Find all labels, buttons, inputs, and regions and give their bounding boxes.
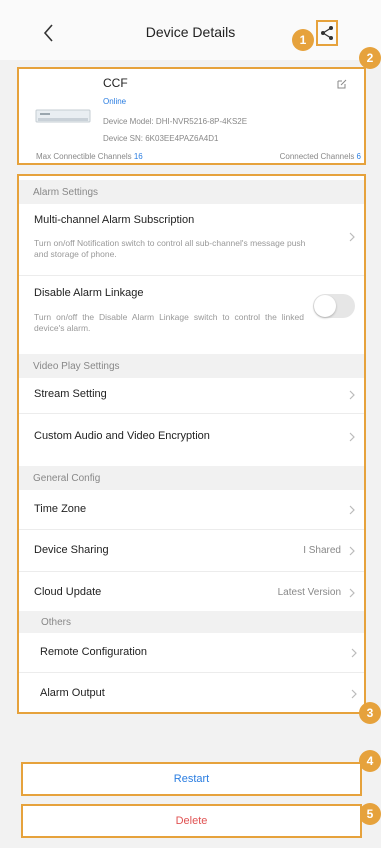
multi-channel-alarm-title: Multi-channel Alarm Subscription <box>34 214 195 226</box>
device-sharing-value: I Shared <box>303 545 341 556</box>
connected-channels: Connected Channels 6 <box>280 152 361 161</box>
callout-4: 4 <box>359 750 381 772</box>
callout-2: 2 <box>359 47 381 69</box>
device-sharing-label: Device Sharing <box>34 544 109 556</box>
chevron-right-icon <box>349 505 355 515</box>
divider <box>19 529 364 530</box>
section-video-play-settings: Video Play Settings <box>19 354 364 378</box>
device-name: CCF <box>103 76 128 90</box>
chevron-right-icon <box>349 232 355 242</box>
chevron-right-icon <box>349 588 355 598</box>
delete-button[interactable]: Delete <box>21 804 362 838</box>
device-image <box>35 109 91 123</box>
alarm-output-label: Alarm Output <box>40 687 105 699</box>
encryption-label: Custom Audio and Video Encryption <box>34 430 210 442</box>
callout-1: 1 <box>292 29 314 51</box>
device-serial: Device SN: 6K03EE4PAZ6A4D1 <box>103 134 219 143</box>
device-status: Online <box>103 97 127 106</box>
multi-channel-alarm-desc: Turn on/off Notification switch to contr… <box>34 238 306 259</box>
chevron-right-icon <box>349 432 355 442</box>
chevron-right-icon <box>349 390 355 400</box>
section-alarm-settings: Alarm Settings <box>19 180 364 204</box>
max-channels: Max Connectible Channels 16 <box>36 152 143 161</box>
connected-channels-label: Connected Channels <box>279 152 355 161</box>
stream-setting-label: Stream Setting <box>34 388 107 400</box>
divider <box>19 413 364 414</box>
edit-icon[interactable] <box>336 78 348 90</box>
cloud-update-label: Cloud Update <box>34 586 102 598</box>
section-others: Others <box>19 611 364 633</box>
section-general-config: General Config <box>19 466 364 490</box>
time-zone-label: Time Zone <box>34 503 87 515</box>
divider <box>19 275 364 276</box>
connected-channels-value: 6 <box>356 152 361 161</box>
max-channels-label: Max Connectible Channels <box>36 152 132 161</box>
max-channels-value: 16 <box>133 152 143 161</box>
chevron-right-icon <box>349 546 355 556</box>
callout-3: 3 <box>359 702 381 724</box>
disable-alarm-linkage-title: Disable Alarm Linkage <box>34 287 144 299</box>
cloud-update-value: Latest Version <box>277 587 341 598</box>
restart-button[interactable]: Restart <box>21 762 362 796</box>
disable-alarm-linkage-desc: Turn on/off the Disable Alarm Linkage sw… <box>34 312 304 333</box>
callout-5: 5 <box>359 803 381 825</box>
chevron-right-icon <box>351 689 357 699</box>
divider <box>19 571 364 572</box>
device-model: Device Model: DHI-NVR5216-8P-4KS2E <box>103 117 248 126</box>
remote-configuration-label: Remote Configuration <box>40 646 148 658</box>
chevron-right-icon <box>351 648 357 658</box>
toggle-knob <box>314 295 336 317</box>
share-button[interactable] <box>316 20 338 46</box>
divider <box>19 672 364 673</box>
share-icon <box>321 26 333 40</box>
